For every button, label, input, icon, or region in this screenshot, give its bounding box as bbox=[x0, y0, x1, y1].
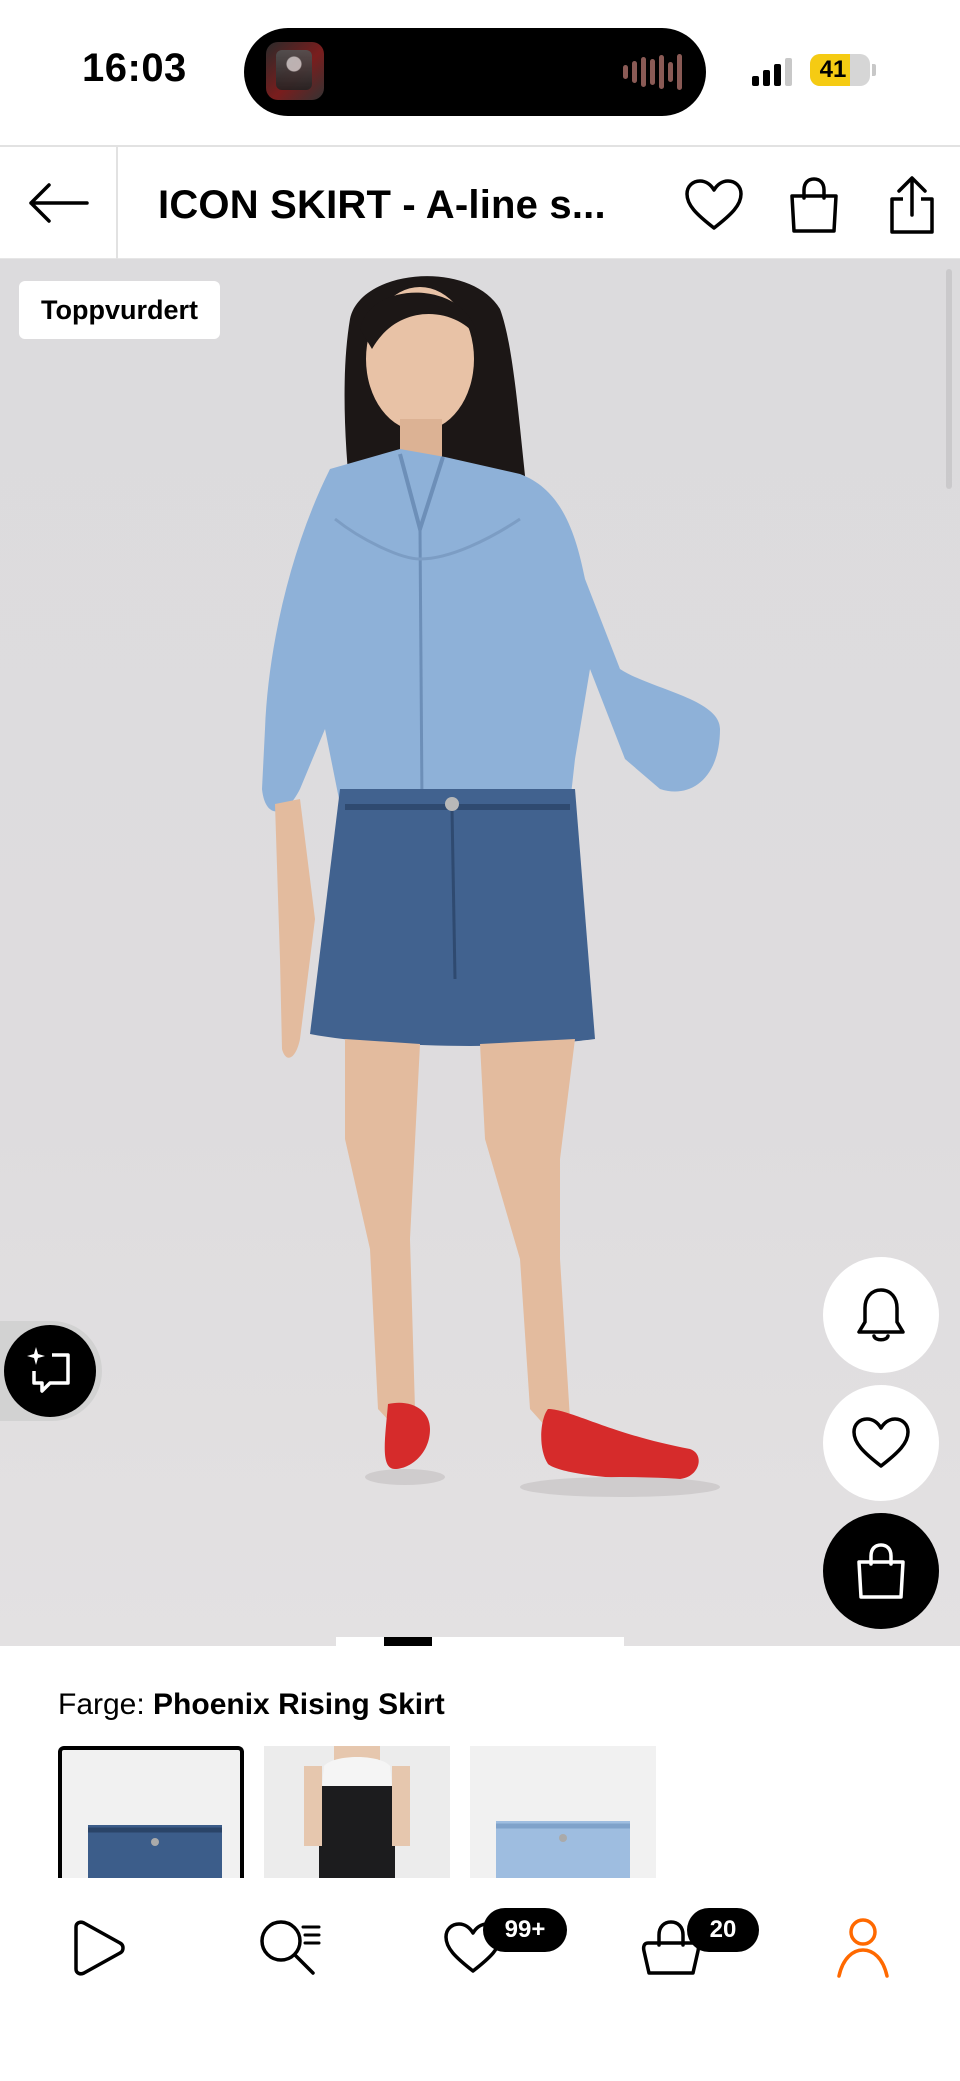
now-playing-artwork bbox=[266, 42, 324, 100]
swatch-image bbox=[304, 1746, 410, 1886]
scrollbar[interactable] bbox=[946, 269, 952, 489]
bottom-navigation: 99+ 20 bbox=[0, 1878, 960, 2081]
color-swatch[interactable] bbox=[264, 1746, 450, 1886]
nav-profile[interactable] bbox=[818, 1908, 908, 1988]
heart-icon bbox=[852, 1417, 910, 1468]
back-button[interactable] bbox=[0, 147, 118, 259]
color-label-prefix: Farge: bbox=[58, 1688, 154, 1721]
color-selector: Farge: Phoenix Rising Skirt bbox=[0, 1646, 960, 1886]
play-icon bbox=[74, 1920, 125, 1976]
wishlist-count-badge: 99+ bbox=[483, 1908, 567, 1952]
ai-assistant-inner bbox=[4, 1325, 96, 1417]
status-bar: 16:03 41 bbox=[0, 0, 960, 145]
sparkle-chat-icon bbox=[27, 1347, 70, 1393]
selected-color-name: Phoenix Rising Skirt bbox=[153, 1688, 445, 1721]
favorite-button[interactable] bbox=[823, 1385, 939, 1501]
bag-button[interactable] bbox=[784, 175, 844, 235]
share-icon bbox=[890, 176, 934, 234]
battery-level: 41 bbox=[819, 56, 847, 83]
shopping-bag-icon bbox=[857, 1543, 905, 1599]
product-image[interactable]: Toppvurdert bbox=[0, 259, 960, 1646]
swatch-image bbox=[496, 1821, 630, 1886]
bag-count-badge: 20 bbox=[687, 1908, 759, 1952]
share-button[interactable] bbox=[882, 175, 942, 235]
audio-waveform-icon bbox=[623, 52, 682, 92]
swatch-image bbox=[88, 1825, 222, 1886]
page-title: ICON SKIRT - A-line s... bbox=[158, 183, 606, 227]
top-rated-badge: Toppvurdert bbox=[19, 281, 220, 339]
nav-search[interactable] bbox=[245, 1908, 335, 1988]
shopping-bag-icon bbox=[790, 177, 838, 233]
battery-indicator: 41 bbox=[810, 54, 870, 86]
image-page-indicator-active bbox=[384, 1637, 432, 1646]
dynamic-island[interactable] bbox=[244, 28, 706, 116]
color-label: Farge: Phoenix Rising Skirt bbox=[58, 1688, 445, 1722]
image-page-indicator bbox=[336, 1637, 624, 1646]
color-swatch[interactable] bbox=[470, 1746, 656, 1886]
wishlist-button[interactable] bbox=[684, 175, 744, 235]
notify-button[interactable] bbox=[823, 1257, 939, 1373]
ai-assistant-button[interactable] bbox=[0, 1321, 102, 1421]
nav-discover[interactable] bbox=[53, 1908, 143, 1988]
battery-tip bbox=[872, 64, 876, 76]
search-list-icon bbox=[260, 1920, 321, 1975]
cellular-signal-icon bbox=[752, 56, 792, 86]
product-header: ICON SKIRT - A-line s... bbox=[0, 145, 960, 259]
bell-icon bbox=[857, 1288, 905, 1342]
color-swatch-selected[interactable] bbox=[58, 1746, 244, 1886]
profile-icon bbox=[837, 1918, 889, 1978]
heart-icon bbox=[685, 179, 743, 230]
status-time: 16:03 bbox=[82, 46, 187, 90]
add-to-bag-button[interactable] bbox=[823, 1513, 939, 1629]
arrow-left-icon bbox=[29, 183, 89, 223]
product-detail-page: 16:03 41 ICON SKIRT - A-line s... Toppvu… bbox=[0, 0, 960, 2081]
model-photo bbox=[262, 276, 720, 1497]
